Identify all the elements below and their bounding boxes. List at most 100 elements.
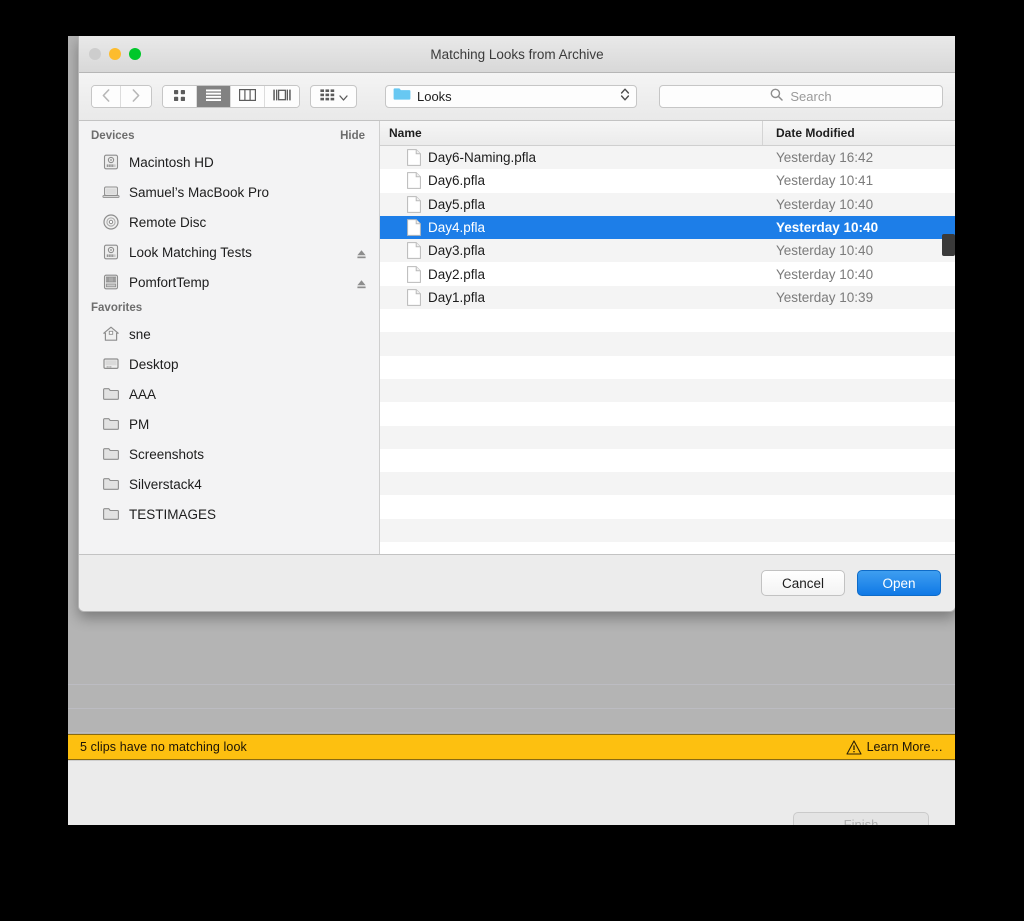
sidebar-item-samuel-s-macbook-pro[interactable]: Samuel’s MacBook Pro: [79, 177, 379, 207]
home-icon: [102, 325, 120, 343]
window-controls: [89, 48, 141, 60]
application-window: 5 clips have no matching look Learn More…: [68, 36, 955, 825]
view-mode-gallery-button[interactable]: [265, 86, 300, 107]
optical-disc-icon: [102, 213, 120, 231]
empty-table-row: [380, 425, 955, 449]
file-name-cell: Day6.pfla: [380, 172, 763, 190]
file-date-cell: Yesterday 10:40: [776, 196, 874, 212]
folder-icon: [102, 385, 120, 403]
warning-message: 5 clips have no matching look: [80, 740, 247, 754]
eject-icon[interactable]: [356, 277, 367, 288]
external-drive-icon: [102, 273, 120, 291]
navigation-buttons: [91, 85, 152, 108]
sidebar-item-testimages[interactable]: TESTIMAGES: [79, 499, 379, 529]
arrange-by-button[interactable]: [310, 85, 357, 108]
sidebar-item-pm[interactable]: PM: [79, 409, 379, 439]
finish-button[interactable]: Finish: [793, 812, 929, 825]
document-icon: [407, 219, 421, 236]
open-button[interactable]: Open: [857, 570, 941, 596]
document-icon: [407, 265, 421, 283]
gallery-view-icon: [273, 89, 291, 104]
sidebar-item-screenshots[interactable]: Screenshots: [79, 439, 379, 469]
sidebar-section-title: Favorites: [91, 302, 143, 314]
sidebar: Devices Hide Macintosh HD Samuel’s MacBook …: [79, 121, 380, 554]
empty-table-row: [380, 309, 955, 333]
column-header-name[interactable]: Name: [380, 121, 763, 145]
sidebar-item-desktop[interactable]: Desktop: [79, 349, 379, 379]
file-list-area: Name Date Modified Day6-Naming.pfla Yeste…: [380, 121, 955, 554]
sheet-body: Devices Hide Macintosh HD Samuel’s MacBook …: [79, 121, 955, 555]
empty-table-row: [380, 332, 955, 356]
empty-table-row: [380, 542, 955, 554]
eject-icon[interactable]: [356, 247, 367, 258]
zoom-button-icon[interactable]: [129, 48, 141, 60]
empty-table-row: [380, 472, 955, 496]
sidebar-hide-button[interactable]: Hide: [340, 130, 365, 142]
sheet-footer: Cancel Open: [79, 555, 955, 611]
document-icon: [407, 289, 421, 306]
sidebar-item-label: Silverstack4: [129, 476, 202, 492]
folder-icon: [102, 475, 120, 493]
sidebar-item-label: sne: [129, 326, 151, 342]
sidebar-item-aaa[interactable]: AAA: [79, 379, 379, 409]
file-date-cell: Yesterday 10:41: [776, 173, 874, 189]
view-mode-icon-button[interactable]: [162, 86, 197, 107]
sidebar-section-header-favorites: Favorites: [79, 297, 379, 319]
sidebar-item-label: AAA: [129, 386, 157, 402]
search-input[interactable]: Search: [658, 85, 943, 108]
sidebar-item-remote-disc[interactable]: Remote Disc: [79, 207, 379, 237]
folder-icon: [102, 445, 120, 463]
sidebar-item-silverstack4[interactable]: Silverstack4: [79, 469, 379, 499]
close-button-icon[interactable]: [89, 48, 101, 60]
table-row[interactable]: Day6-Naming.pfla Yesterday 16:42: [380, 146, 955, 170]
list-view-icon: [205, 89, 221, 104]
folder-icon: [102, 415, 120, 433]
cancel-button[interactable]: Cancel: [761, 570, 845, 596]
empty-table-row: [380, 495, 955, 519]
view-mode-list-button[interactable]: [196, 86, 231, 107]
learn-more-label: Learn More…: [866, 740, 943, 754]
window-title: Matching Looks from Archive: [430, 46, 604, 62]
warning-triangle-icon: [846, 739, 862, 755]
sidebar-item-label: Macintosh HD: [129, 154, 214, 170]
file-name-cell: Day1.pfla: [380, 289, 763, 306]
document-icon: [407, 195, 421, 213]
view-mode-group: [161, 85, 301, 108]
table-row[interactable]: Day4.pfla Yesterday 10:40: [380, 215, 955, 240]
file-name-cell: Day6-Naming.pfla: [380, 149, 763, 167]
table-row[interactable]: Day3.pfla Yesterday 10:40: [380, 239, 955, 263]
file-date-cell: Yesterday 10:40: [776, 266, 874, 282]
sidebar-item-look-matching-tests[interactable]: Look Matching Tests: [79, 237, 379, 267]
sidebar-item-sne[interactable]: sne: [79, 319, 379, 349]
table-row[interactable]: Day5.pfla Yesterday 10:40: [380, 192, 955, 216]
column-header-date-modified[interactable]: Date Modified: [763, 121, 955, 145]
sidebar-item-label: Desktop: [129, 356, 179, 372]
file-list-rows[interactable]: Day6-Naming.pfla Yesterday 16:42 Day6.pfla…: [380, 146, 955, 554]
document-icon: [407, 242, 421, 260]
sidebar-item-pomforttemp[interactable]: PomfortTemp: [79, 267, 379, 297]
file-name-label: Day2.pfla: [428, 266, 486, 282]
learn-more-link[interactable]: Learn More…: [846, 739, 943, 755]
table-row[interactable]: Day2.pfla Yesterday 10:40: [380, 262, 955, 286]
back-button[interactable]: [92, 86, 122, 107]
sidebar-item-label: Remote Disc: [129, 214, 207, 230]
view-mode-column-button[interactable]: [230, 86, 265, 107]
vertical-scrollbar-thumb[interactable]: [942, 234, 955, 256]
file-list-header: Name Date Modified: [380, 121, 955, 146]
table-row[interactable]: Day1.pfla Yesterday 10:39: [380, 285, 955, 310]
sidebar-item-label: Look Matching Tests: [129, 244, 252, 260]
sidebar-item-label: Screenshots: [129, 446, 205, 462]
forward-button[interactable]: [121, 86, 151, 107]
hard-drive-icon: [102, 243, 120, 261]
file-name-cell: Day5.pfla: [380, 195, 763, 213]
file-name-label: Day1.pfla: [428, 289, 486, 305]
empty-table-row: [380, 378, 955, 403]
sidebar-item-macintosh-hd[interactable]: Macintosh HD: [79, 147, 379, 177]
minimize-button-icon[interactable]: [109, 48, 121, 60]
desktop-icon: [102, 355, 120, 373]
path-popup-button[interactable]: Looks: [384, 85, 637, 108]
path-popup-label: Looks: [416, 89, 452, 104]
sheet-toolbar: Looks Search: [79, 73, 955, 121]
warning-bar: 5 clips have no matching look Learn More…: [68, 734, 955, 760]
table-row[interactable]: Day6.pfla Yesterday 10:41: [380, 169, 955, 193]
